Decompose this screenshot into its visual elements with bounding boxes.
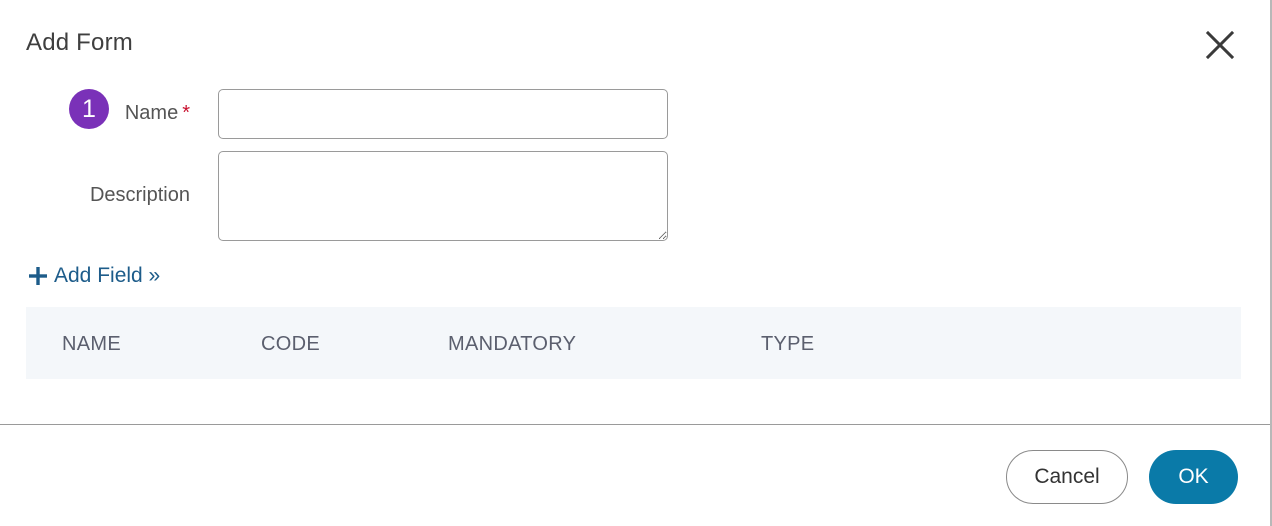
fields-table-header: NAME CODE MANDATORY TYPE <box>26 307 1241 379</box>
column-header-name[interactable]: NAME <box>62 333 121 356</box>
dialog-title: Add Form <box>26 29 133 56</box>
column-header-code[interactable]: CODE <box>261 333 320 356</box>
description-field-label: Description <box>89 184 190 206</box>
footer-divider <box>0 424 1270 425</box>
add-form-dialog: Add Form 1 Name * Description Add Field »… <box>0 0 1272 526</box>
column-header-mandatory[interactable]: MANDATORY <box>448 333 576 356</box>
close-button[interactable] <box>1203 28 1237 62</box>
add-field-label: Add Field » <box>54 264 161 287</box>
name-input[interactable] <box>218 89 668 139</box>
cancel-button[interactable]: Cancel <box>1006 450 1128 504</box>
required-marker: * <box>182 102 190 124</box>
close-icon <box>1205 30 1235 60</box>
add-field-link[interactable]: Add Field » <box>28 264 160 288</box>
plus-icon <box>29 267 47 285</box>
ok-button[interactable]: OK <box>1149 450 1238 504</box>
column-header-type[interactable]: TYPE <box>761 333 814 356</box>
description-input[interactable] <box>218 151 668 241</box>
name-label-text: Name <box>124 102 179 124</box>
name-field-label: Name * <box>100 102 190 125</box>
